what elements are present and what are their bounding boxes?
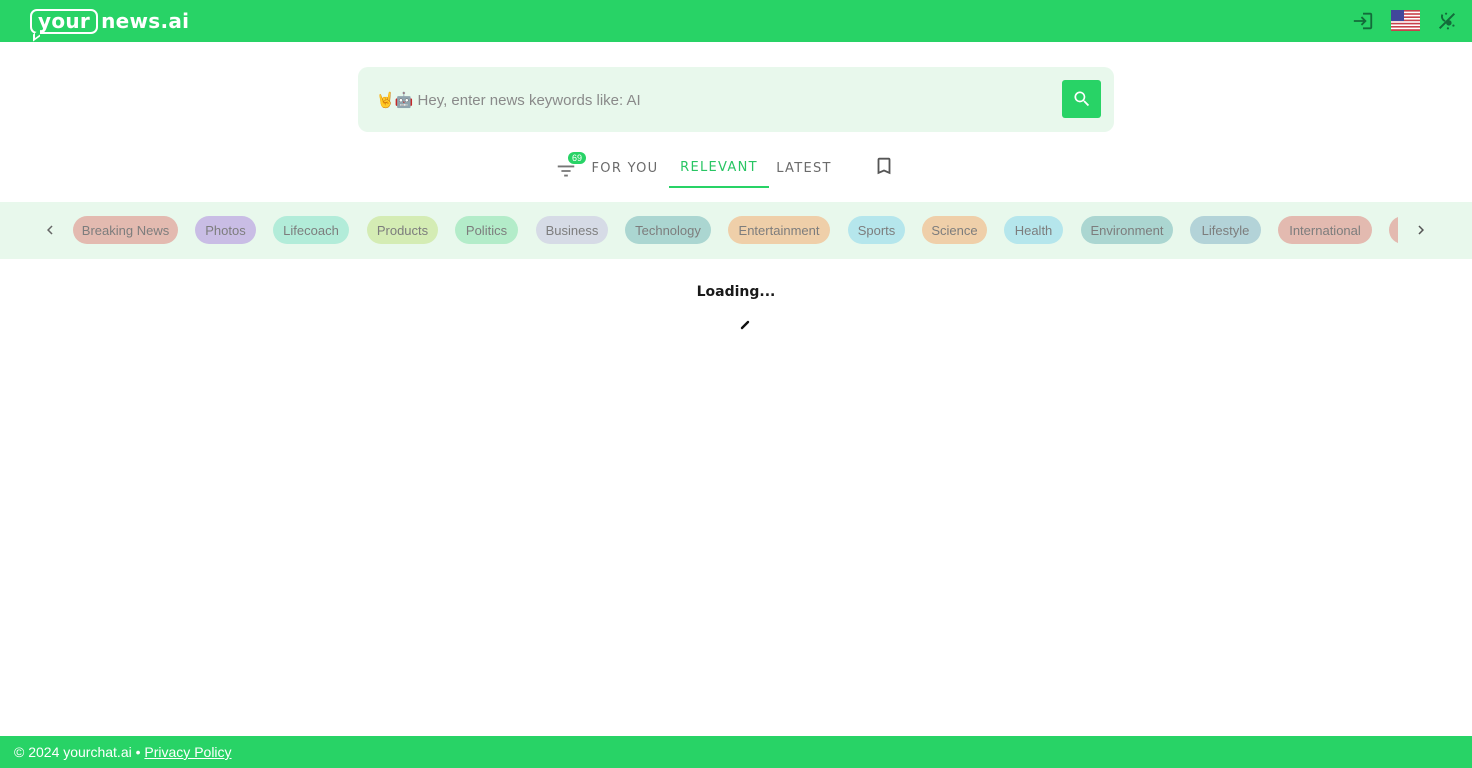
logo-bubble-text: your — [38, 9, 91, 33]
privacy-policy-link[interactable]: Privacy Policy — [144, 744, 231, 760]
category-chip[interactable]: Politics — [455, 216, 518, 244]
logo-bubble-tail — [33, 29, 40, 41]
search-box — [358, 67, 1114, 132]
category-chip[interactable]: Technology — [625, 216, 711, 244]
category-chip[interactable]: Health — [1004, 216, 1063, 244]
category-bar: Breaking News Photos Lifecoach Products Poli… — [0, 202, 1472, 259]
loading-text: Loading... — [696, 284, 776, 300]
chevron-left-icon — [47, 225, 53, 235]
logo[interactable]: your news.ai — [30, 6, 190, 41]
search-icon — [1073, 91, 1089, 107]
logo-bubble: your — [30, 8, 99, 41]
bookmarks-button[interactable] — [873, 155, 895, 177]
us-flag-icon[interactable] — [1391, 10, 1420, 31]
category-chip[interactable]: Photos — [195, 216, 256, 244]
search-input[interactable] — [376, 85, 1056, 115]
category-chip[interactable]: Entertainment — [728, 216, 830, 244]
category-chip[interactable]: International — [1278, 216, 1372, 244]
login-button[interactable] — [1351, 9, 1375, 33]
logo-text: news.ai — [101, 9, 190, 33]
scroll-left-button[interactable] — [38, 218, 62, 242]
feed-tabs: 69 FOR YOU RELEVANT LATEST — [0, 148, 1472, 188]
category-chip[interactable]: Products — [367, 216, 438, 244]
category-chip[interactable] — [1389, 216, 1398, 244]
footer: © 2024 yourchat.ai • Privacy Policy — [0, 736, 1472, 768]
search-button[interactable] — [1062, 80, 1101, 118]
theme-toggle-icon — [1438, 12, 1456, 30]
scroll-right-button[interactable] — [1409, 218, 1433, 242]
bookmark-icon — [877, 157, 891, 175]
footer-copyright: © 2024 yourchat.ai • — [14, 744, 145, 760]
category-chip[interactable]: Lifestyle — [1190, 216, 1261, 244]
category-chip[interactable]: Lifecoach — [273, 216, 349, 244]
theme-toggle-button[interactable] — [1435, 9, 1459, 33]
category-chips: Breaking News Photos Lifecoach Products Poli… — [73, 216, 1398, 245]
tab-for-you[interactable]: FOR YOU — [587, 148, 663, 188]
category-chip[interactable]: Breaking News — [73, 216, 178, 244]
loading-spinner-icon — [740, 320, 750, 330]
category-chip[interactable]: Science — [922, 216, 987, 244]
chevron-right-icon — [1418, 225, 1424, 235]
tab-relevant[interactable]: RELEVANT — [669, 148, 769, 188]
login-icon — [1353, 12, 1373, 30]
top-header: your news.ai — [0, 0, 1472, 42]
category-chip[interactable]: Business — [536, 216, 608, 244]
filter-count-badge: 69 — [568, 152, 587, 164]
tab-latest[interactable]: LATEST — [771, 148, 837, 188]
category-chip[interactable]: Environment — [1081, 216, 1173, 244]
category-chip[interactable]: Sports — [848, 216, 905, 244]
